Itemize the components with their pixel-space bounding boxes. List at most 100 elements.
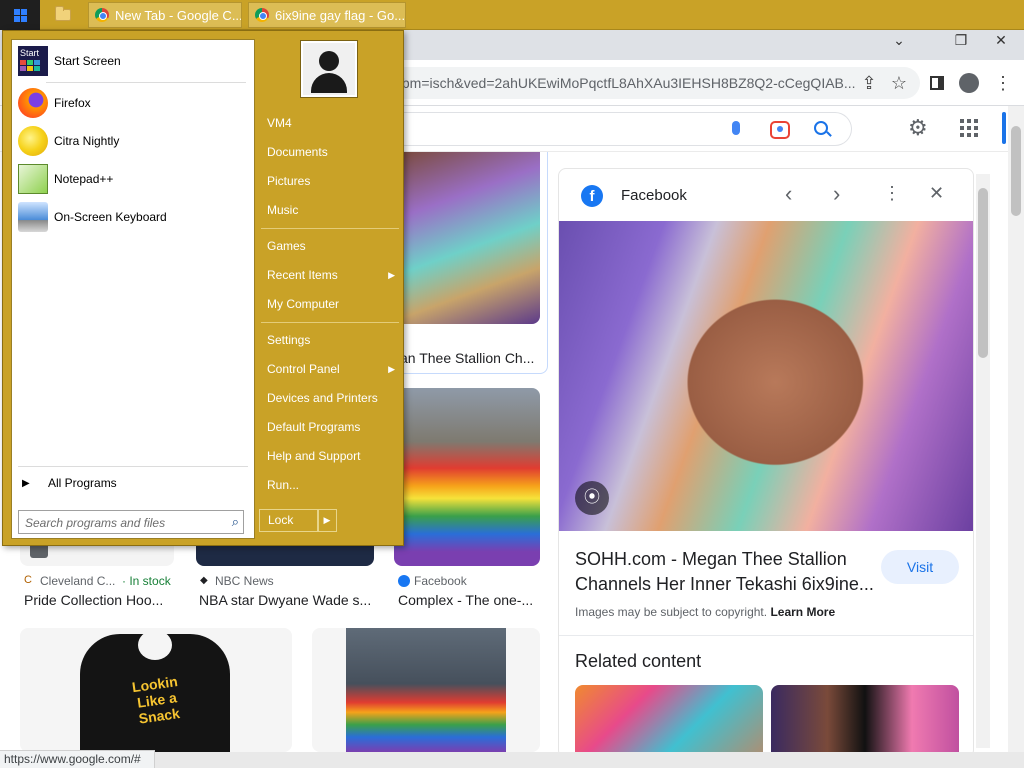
panel-source[interactable]: Facebook (621, 187, 687, 204)
panel-title-line2[interactable]: Channels Her Inner Tekashi 6ix9ine... (575, 574, 875, 595)
bookmark-star-icon[interactable]: ☆ (888, 72, 910, 94)
panel-divider (559, 635, 973, 636)
submenu-arrow-icon: ▶ (388, 270, 395, 280)
start-item-citra[interactable]: Citra Nightly (18, 124, 248, 158)
start-item-notepadpp[interactable]: Notepad++ (18, 162, 248, 196)
chrome-icon (95, 8, 109, 22)
page-horizontal-scrollbar[interactable] (155, 752, 1024, 768)
start-search-placeholder: Search programs and files (25, 516, 166, 530)
hoodie-shape: Lookin Like a Snack (80, 630, 230, 752)
preview-image[interactable]: ⦿ (559, 221, 973, 531)
start-right-default-programs[interactable]: Default Programs (267, 415, 401, 439)
visit-button[interactable]: Visit (881, 550, 959, 584)
status-bar: https://www.google.com/# (0, 750, 155, 768)
address-bar-url: tbm=isch&ved=2ahUKEwiMoPqctfL8AhXAu3IEHS… (398, 75, 856, 91)
panel-title-line1[interactable]: SOHH.com - Megan Thee Stallion (575, 549, 847, 570)
apps-grid-icon[interactable] (960, 119, 978, 137)
settings-gear-icon[interactable]: ⚙ (908, 116, 932, 140)
microphone-icon[interactable] (732, 121, 740, 135)
user-avatar[interactable] (301, 41, 357, 97)
result-title[interactable]: NBA star Dwyane Wade s... (199, 592, 377, 608)
start-right-label: Recent Items (267, 268, 338, 282)
start-screen-icon: Start (18, 46, 48, 76)
start-right-devices-printers[interactable]: Devices and Printers (267, 386, 401, 410)
selected-result-outline (390, 152, 548, 374)
all-programs-button[interactable]: ▶ All Programs (18, 472, 248, 494)
search-icon[interactable] (814, 121, 828, 135)
sign-in-indicator (1002, 112, 1006, 144)
result-source: Cleveland C... (40, 574, 116, 588)
start-right-pictures[interactable]: Pictures (267, 169, 401, 193)
start-right-documents[interactable]: Documents (267, 140, 401, 164)
file-explorer-button[interactable] (44, 3, 82, 27)
keyboard-icon (18, 202, 48, 232)
share-icon[interactable]: ⇪ (858, 72, 880, 94)
result-image-hoodie[interactable]: Lookin Like a Snack (20, 628, 292, 752)
start-right-help-support[interactable]: Help and Support (267, 444, 401, 468)
start-item-osk[interactable]: On-Screen Keyboard (18, 200, 248, 234)
folder-icon (55, 6, 71, 21)
result-image-parade-2[interactable] (312, 628, 540, 752)
related-image-1[interactable] (575, 685, 763, 757)
start-item-start-screen[interactable]: Start Start Screen (18, 44, 248, 78)
start-item-label: Citra Nightly (54, 134, 120, 148)
result-stock-badge: · In stock (122, 574, 171, 588)
all-programs-label: All Programs (48, 476, 117, 490)
page-scrollbar-thumb[interactable] (1011, 126, 1021, 216)
facebook-icon: f (581, 185, 603, 207)
address-bar[interactable]: tbm=isch&ved=2ahUKEwiMoPqctfL8AhXAu3IEHS… (390, 67, 920, 99)
lock-button[interactable]: Lock (259, 509, 319, 532)
page-vertical-scrollbar[interactable] (1008, 106, 1024, 752)
start-right-settings[interactable]: Settings (267, 328, 401, 352)
google-lens-icon[interactable] (770, 121, 790, 139)
related-image-2[interactable] (771, 685, 959, 757)
tab-search-chevron-icon[interactable]: ⌄ (882, 30, 916, 50)
submenu-arrow-icon: ▶ (388, 364, 395, 374)
start-right-label: Control Panel (267, 362, 340, 376)
google-search-box[interactable] (390, 112, 852, 146)
start-right-control-panel[interactable]: Control Panel ▶ (267, 357, 401, 381)
panel-scrollbar[interactable] (976, 174, 990, 748)
start-search-input[interactable]: Search programs and files ⌕ (18, 510, 244, 534)
triangle-right-icon: ▶ (22, 477, 30, 489)
start-menu-programs-pane: Start Start Screen Firefox Citra Nightly… (11, 39, 255, 539)
more-options-icon[interactable]: ⋮ (883, 183, 901, 204)
taskbar-tab-new-tab[interactable]: New Tab - Google C... (88, 2, 242, 28)
start-right-recent-items[interactable]: Recent Items ▶ (267, 263, 401, 287)
start-item-label: Notepad++ (54, 172, 114, 186)
result-title[interactable]: Complex - The one-... (398, 592, 540, 608)
start-item-label: On-Screen Keyboard (54, 210, 167, 224)
panel-scrollbar-thumb[interactable] (978, 188, 988, 358)
taskbar: New Tab - Google C... 6ix9ine gay flag -… (0, 0, 1024, 30)
side-panel-icon[interactable] (926, 72, 948, 94)
close-icon[interactable]: ✕ (929, 183, 944, 204)
start-menu-separator (18, 466, 248, 467)
start-right-vm4[interactable]: VM4 (267, 111, 401, 135)
kebab-menu-icon[interactable]: ⋮ (992, 72, 1014, 94)
previous-icon[interactable]: ‹ (785, 181, 792, 207)
nbc-logo-icon: ◆ (200, 575, 208, 586)
taskbar-tab-search[interactable]: 6ix9ine gay flag - Go... (248, 2, 406, 28)
close-window-button[interactable]: ✕ (984, 30, 1018, 50)
lens-search-icon[interactable]: ⦿ (575, 481, 609, 515)
learn-more-link[interactable]: Learn More (770, 605, 835, 619)
start-right-music[interactable]: Music (267, 198, 401, 222)
copyright-notice: Images may be subject to copyright. Lear… (575, 605, 835, 619)
image-preview-panel: f Facebook ‹ › ⋮ ✕ ⦿ SOHH.com - Megan Th… (558, 168, 974, 758)
start-right-my-computer[interactable]: My Computer (267, 292, 401, 316)
next-icon[interactable]: › (833, 181, 840, 207)
result-image-pride-parade[interactable] (394, 388, 540, 566)
restore-button[interactable]: ❐ (944, 30, 978, 50)
related-heading: Related content (575, 651, 702, 671)
firefox-icon (18, 88, 48, 118)
power-options-arrow-icon[interactable]: ▶ (317, 509, 337, 532)
start-right-games[interactable]: Games (267, 234, 401, 258)
start-button[interactable] (0, 0, 40, 30)
search-icon[interactable]: ⌕ (232, 514, 239, 530)
result-title[interactable]: Pride Collection Hoo... (24, 592, 174, 608)
start-item-firefox[interactable]: Firefox (18, 86, 248, 120)
profile-avatar-icon[interactable] (958, 72, 980, 94)
result-source: NBC News (215, 574, 274, 588)
copyright-text: Images may be subject to copyright. (575, 605, 768, 619)
start-right-run[interactable]: Run... (267, 473, 401, 497)
